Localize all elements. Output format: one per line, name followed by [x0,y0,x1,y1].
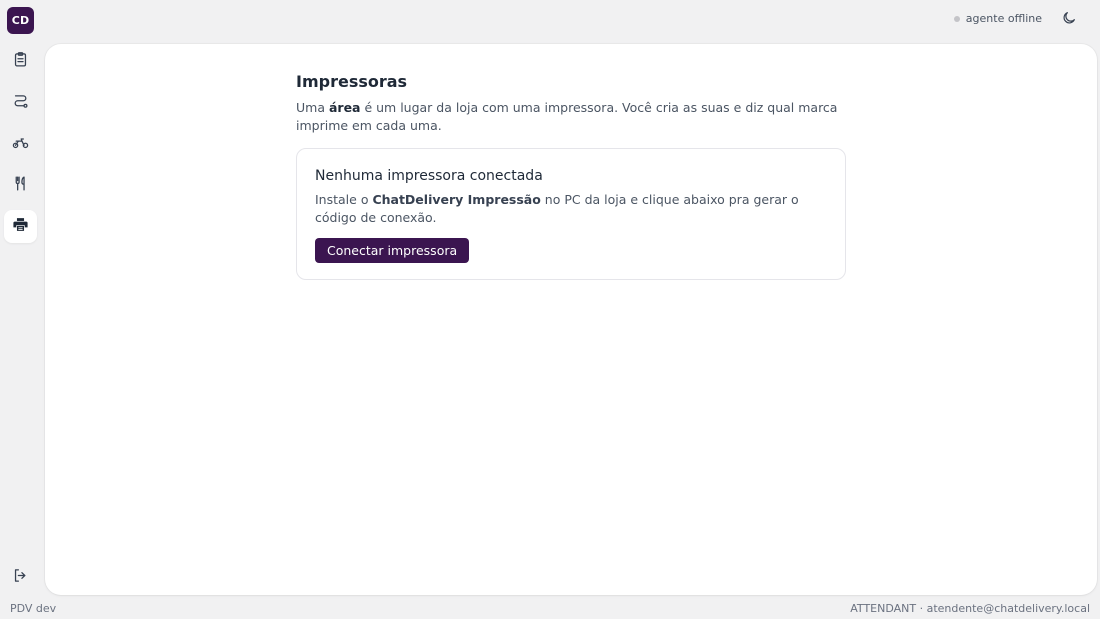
clipboard-icon [12,51,29,72]
page-desc-prefix: Uma [296,100,329,115]
card-desc-prefix: Instale o [315,192,373,207]
sidebar-item-menu[interactable] [4,169,37,202]
route-icon [12,93,29,114]
page-desc-bold: área [328,100,361,115]
agent-status: agente offline [953,12,1042,25]
agent-status-label: agente offline [965,12,1042,25]
connect-printer-button[interactable]: Conectar impressora [315,238,470,263]
logout-button[interactable] [4,561,37,594]
page-title: Impressoras [296,72,408,91]
moon-icon [1061,10,1077,30]
user-info: ATTENDANT · atendente@chatdelivery.local [850,602,1090,615]
app-root: CD agente offline Impressoras Uma área é… [0,0,1100,619]
status-dot [953,15,960,22]
sidebar-item-routes[interactable] [4,87,37,120]
page-description: Uma área é um lugar da loja com uma impr… [296,99,846,135]
sidebar-item-orders[interactable] [4,45,37,78]
card-desc-bold: ChatDelivery Impressão [372,192,541,207]
main-panel: Impressoras Uma área é um lugar da loja … [45,44,1097,595]
environment-label: PDV dev [10,602,57,615]
card-title: Nenhuma impressora conectada [315,168,543,184]
empty-state-card: Nenhuma impressora conectada Instale o C… [296,148,846,280]
motorcycle-icon [12,134,29,155]
page-desc-suffix: é um lugar da loja com uma impressora. V… [296,100,838,133]
sidebar-item-printers[interactable] [4,210,37,243]
sidebar-item-delivery[interactable] [4,128,37,161]
logout-icon [12,567,29,588]
utensils-icon [12,175,29,196]
printers-section: Impressoras Uma área é um lugar da loja … [296,72,846,280]
brand-logo[interactable]: CD [7,7,34,34]
card-description: Instale o ChatDelivery Impressão no PC d… [315,191,827,227]
printer-icon [12,216,29,237]
theme-toggle-button[interactable] [1060,11,1078,29]
